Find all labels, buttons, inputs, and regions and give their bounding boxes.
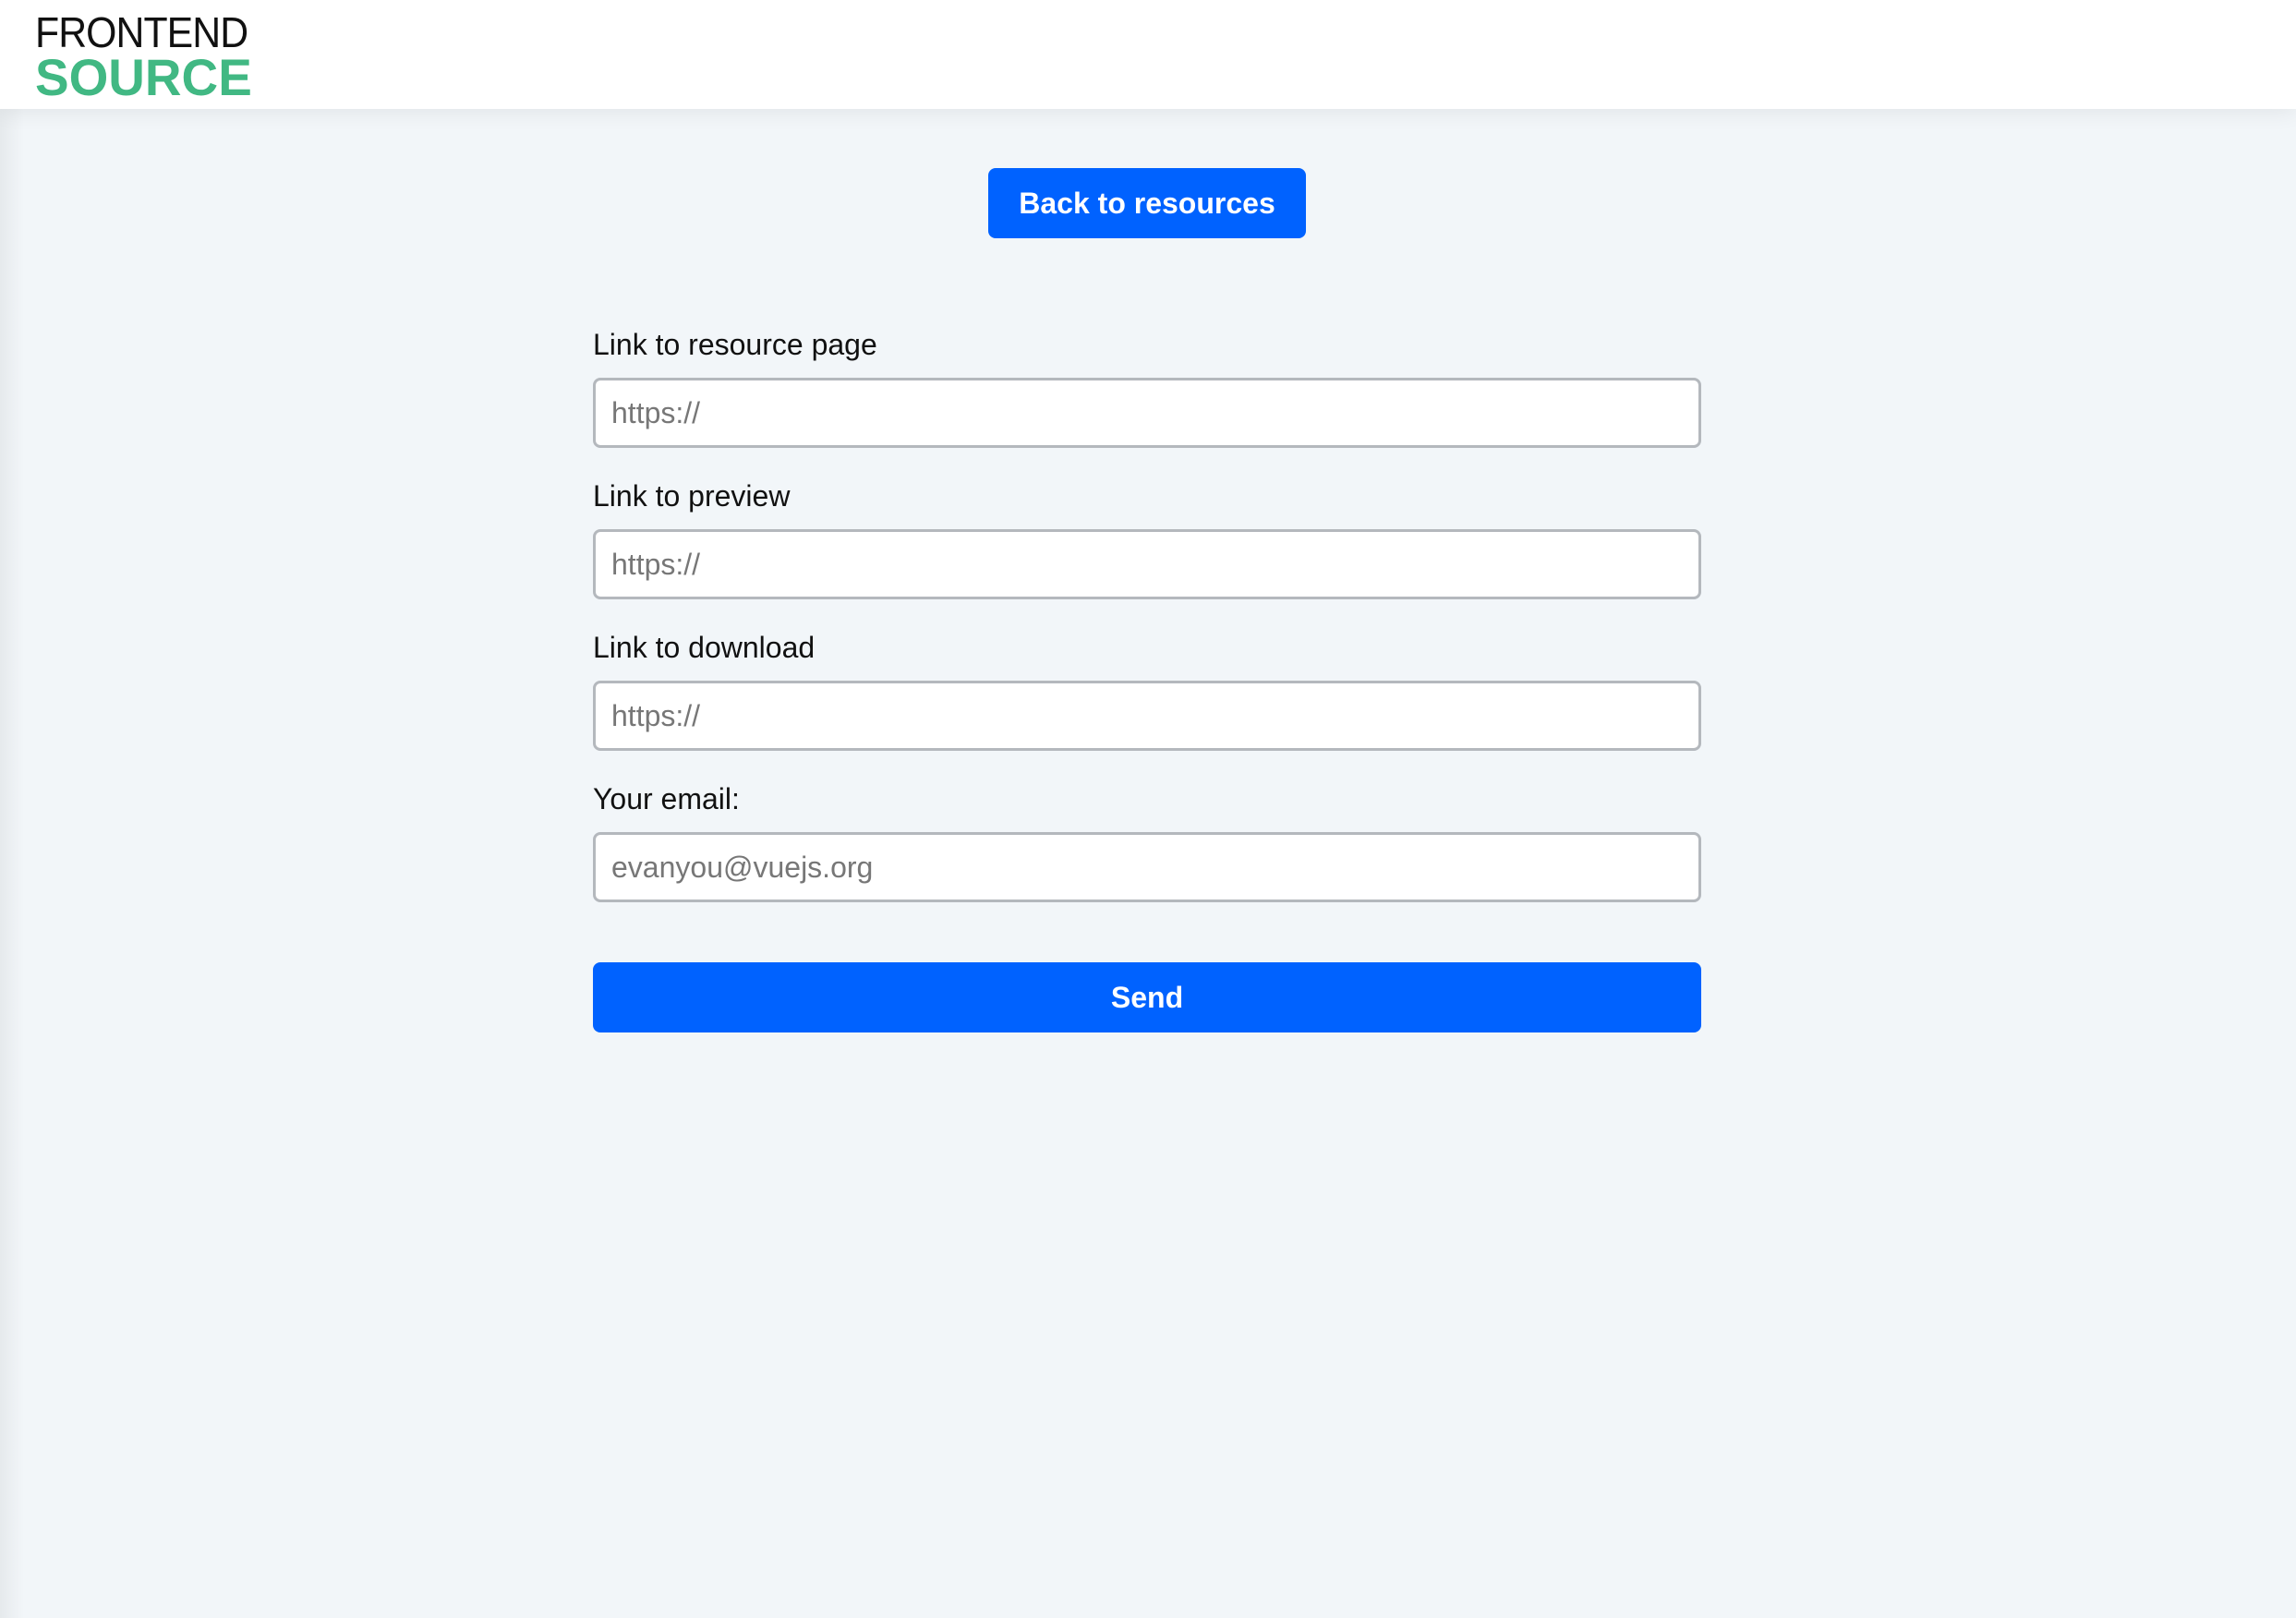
email-input[interactable] xyxy=(593,832,1701,902)
preview-label: Link to preview xyxy=(593,479,791,513)
email-label: Your email: xyxy=(593,782,740,815)
left-edge-shadow xyxy=(0,109,24,1618)
logo-text-source: SOURCE xyxy=(35,48,252,106)
submit-resource-form: Link to resource page Link to preview Li… xyxy=(593,319,1701,924)
resource-page-input[interactable] xyxy=(593,378,1701,448)
resource-page-field: Link to resource page xyxy=(593,319,1701,470)
top-header: FRONTEND SOURCE xyxy=(0,0,2296,109)
preview-input[interactable] xyxy=(593,529,1701,599)
download-field: Link to download xyxy=(593,622,1701,773)
send-button[interactable]: Send xyxy=(593,962,1701,1032)
email-field: Your email: xyxy=(593,773,1701,924)
download-label: Link to download xyxy=(593,631,816,664)
frontend-source-logo[interactable]: FRONTEND SOURCE xyxy=(35,11,257,106)
preview-field: Link to preview xyxy=(593,470,1701,622)
resource-page-label: Link to resource page xyxy=(593,328,877,361)
back-to-resources-button[interactable]: Back to resources xyxy=(988,168,1306,238)
download-input[interactable] xyxy=(593,681,1701,751)
